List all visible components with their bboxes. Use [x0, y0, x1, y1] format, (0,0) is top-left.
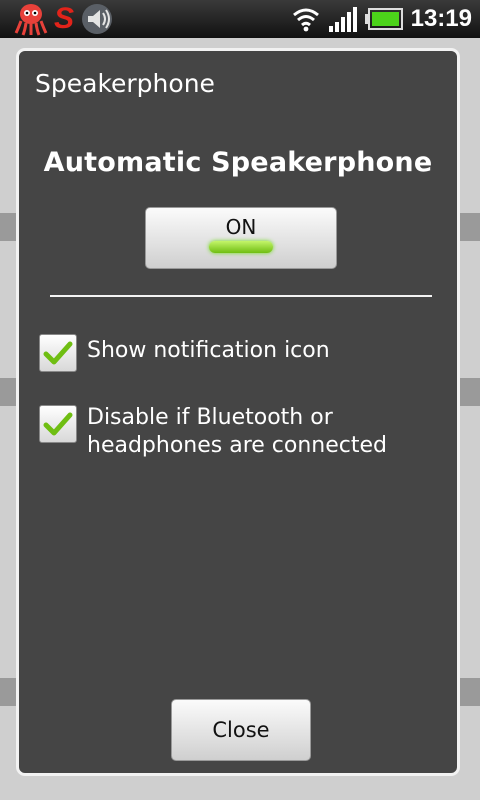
section-divider — [50, 295, 432, 297]
signal-strength-icon — [328, 7, 357, 32]
speakerphone-toggle-button[interactable]: ON — [145, 207, 337, 269]
checkmark-icon — [43, 341, 73, 365]
close-button[interactable]: Close — [171, 699, 311, 761]
s-app-logo: S — [54, 2, 75, 35]
option-label: Show notification icon — [87, 338, 330, 363]
option-show-notification-icon[interactable]: Show notification icon — [39, 334, 330, 372]
speaker-volume-icon — [82, 4, 113, 34]
disable-bluetooth-checkbox[interactable] — [39, 405, 77, 443]
speakerphone-dialog: Speakerphone Automatic Speakerphone ON S… — [16, 48, 460, 776]
system-indicators: 13:19 — [291, 2, 472, 36]
octopus-notification-icon — [14, 4, 48, 36]
option-label: Disable if Bluetooth or headphones are c… — [87, 405, 387, 458]
toggle-on-indicator — [209, 241, 273, 253]
notification-icon-checkbox[interactable] — [39, 334, 77, 372]
battery-icon — [364, 8, 403, 30]
checkmark-icon — [43, 412, 73, 436]
notification-icons: S — [14, 2, 114, 36]
toggle-label: ON — [225, 215, 257, 239]
option-disable-bluetooth-headphones[interactable]: Disable if Bluetooth or headphones are c… — [39, 401, 407, 460]
wifi-icon — [292, 8, 319, 32]
feature-headline: Automatic Speakerphone — [43, 147, 433, 178]
clock-time: 13:19 — [410, 5, 472, 32]
status-bar: S 13:19 — [0, 0, 480, 38]
dialog-title: Speakerphone — [35, 69, 215, 98]
